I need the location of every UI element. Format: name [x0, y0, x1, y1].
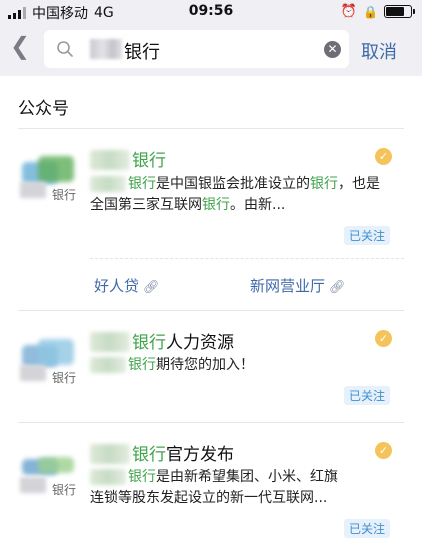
account-name: 银行	[90, 146, 166, 171]
account-card[interactable]: 银行 银行官方发布 ✓ 银行是由新希望集团、小米、红旗 连锁等股东发起设立的新一代…	[0, 423, 422, 554]
clear-icon[interactable]: ✕	[324, 41, 341, 58]
account-logo: 银行	[18, 154, 76, 212]
followed-badge: 已关注	[343, 519, 390, 538]
verified-check-icon: ✓	[375, 148, 392, 165]
alarm-icon: ⏰	[340, 4, 358, 19]
account-description: 银行期待您的加入！	[90, 355, 390, 376]
account-card[interactable]: 银行 银行 ✓ 银行是中国银监会批准设立的银行，也是全国第三家互联网银行。由新.…	[0, 129, 422, 309]
verified-check-icon: ✓	[375, 442, 392, 459]
search-query-text: 银行	[124, 42, 160, 63]
search-icon	[57, 41, 73, 57]
account-logo: 银行	[18, 337, 76, 395]
account-description: 银行是由新希望集团、小米、红旗 连锁等股东发起设立的新一代互联网...	[90, 469, 338, 506]
account-logo: 银行	[18, 449, 76, 507]
status-bar: 中国移动 4G 09:56 ⏰ 🔒	[0, 0, 422, 24]
account-name: 银行官方发布	[90, 440, 234, 465]
followed-badge: 已关注	[343, 226, 390, 245]
search-bar: ❮ 银行 ✕ 取消	[0, 24, 422, 76]
menu-link-haorendai[interactable]: 好人贷 🔗︎	[94, 275, 160, 296]
verified-check-icon: ✓	[375, 330, 392, 347]
menu-link-online-hall[interactable]: 新网营业厅 🔗︎	[250, 275, 346, 296]
account-description: 银行是中国银监会批准设立的银行，也是全国第三家互联网银行。由新...	[90, 176, 380, 213]
battery-icon	[384, 5, 415, 18]
account-card[interactable]: 银行 银行人力资源 ✓ 银行期待您的加入！ 已关注	[0, 311, 422, 421]
cancel-button[interactable]: 取消	[361, 38, 397, 64]
back-chevron-icon[interactable]: ❮	[10, 32, 30, 60]
link-icon: 🔗︎	[143, 280, 160, 295]
blurred-name-mosaic	[90, 444, 130, 464]
blurred-query-mosaic	[90, 39, 122, 59]
blurred-name-mosaic	[90, 150, 130, 170]
lock-icon: 🔒	[363, 4, 378, 19]
blurred-name-mosaic	[90, 332, 130, 352]
followed-badge: 已关注	[343, 386, 390, 405]
search-input[interactable]: 银行 ✕	[44, 30, 349, 68]
menu-divider	[90, 258, 404, 259]
link-icon: 🔗︎	[329, 280, 346, 295]
account-name: 银行人力资源	[90, 328, 234, 353]
section-title: 公众号	[18, 99, 69, 119]
